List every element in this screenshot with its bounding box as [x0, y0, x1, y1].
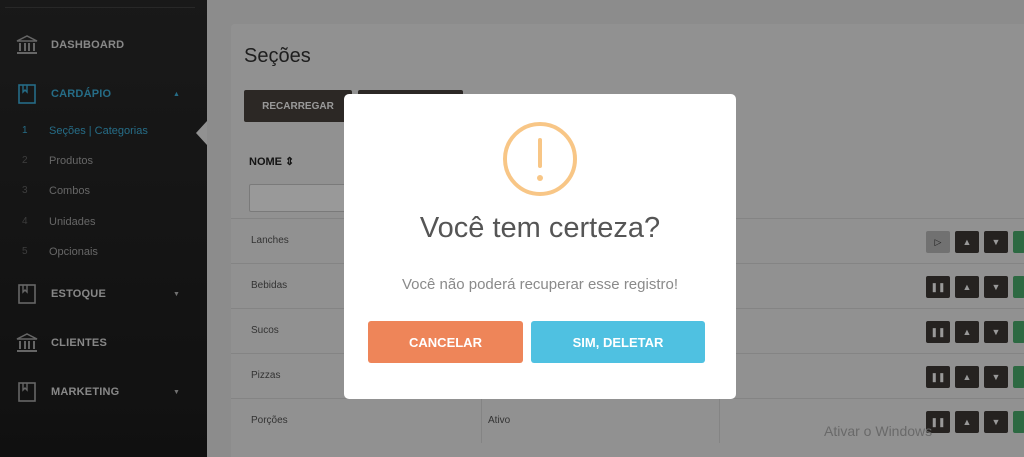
cancel-button[interactable]: CANCELAR	[368, 321, 523, 363]
warning-icon-dot	[537, 175, 543, 181]
confirm-delete-button[interactable]: SIM, DELETAR	[531, 321, 705, 363]
warning-icon	[503, 122, 577, 196]
confirm-dialog: Você tem certeza? Você não poderá recupe…	[344, 94, 736, 399]
dialog-title: Você tem certeza?	[419, 212, 661, 244]
dialog-message: Você não poderá recuperar esse registro!	[402, 276, 678, 293]
warning-icon-bar	[538, 138, 542, 168]
